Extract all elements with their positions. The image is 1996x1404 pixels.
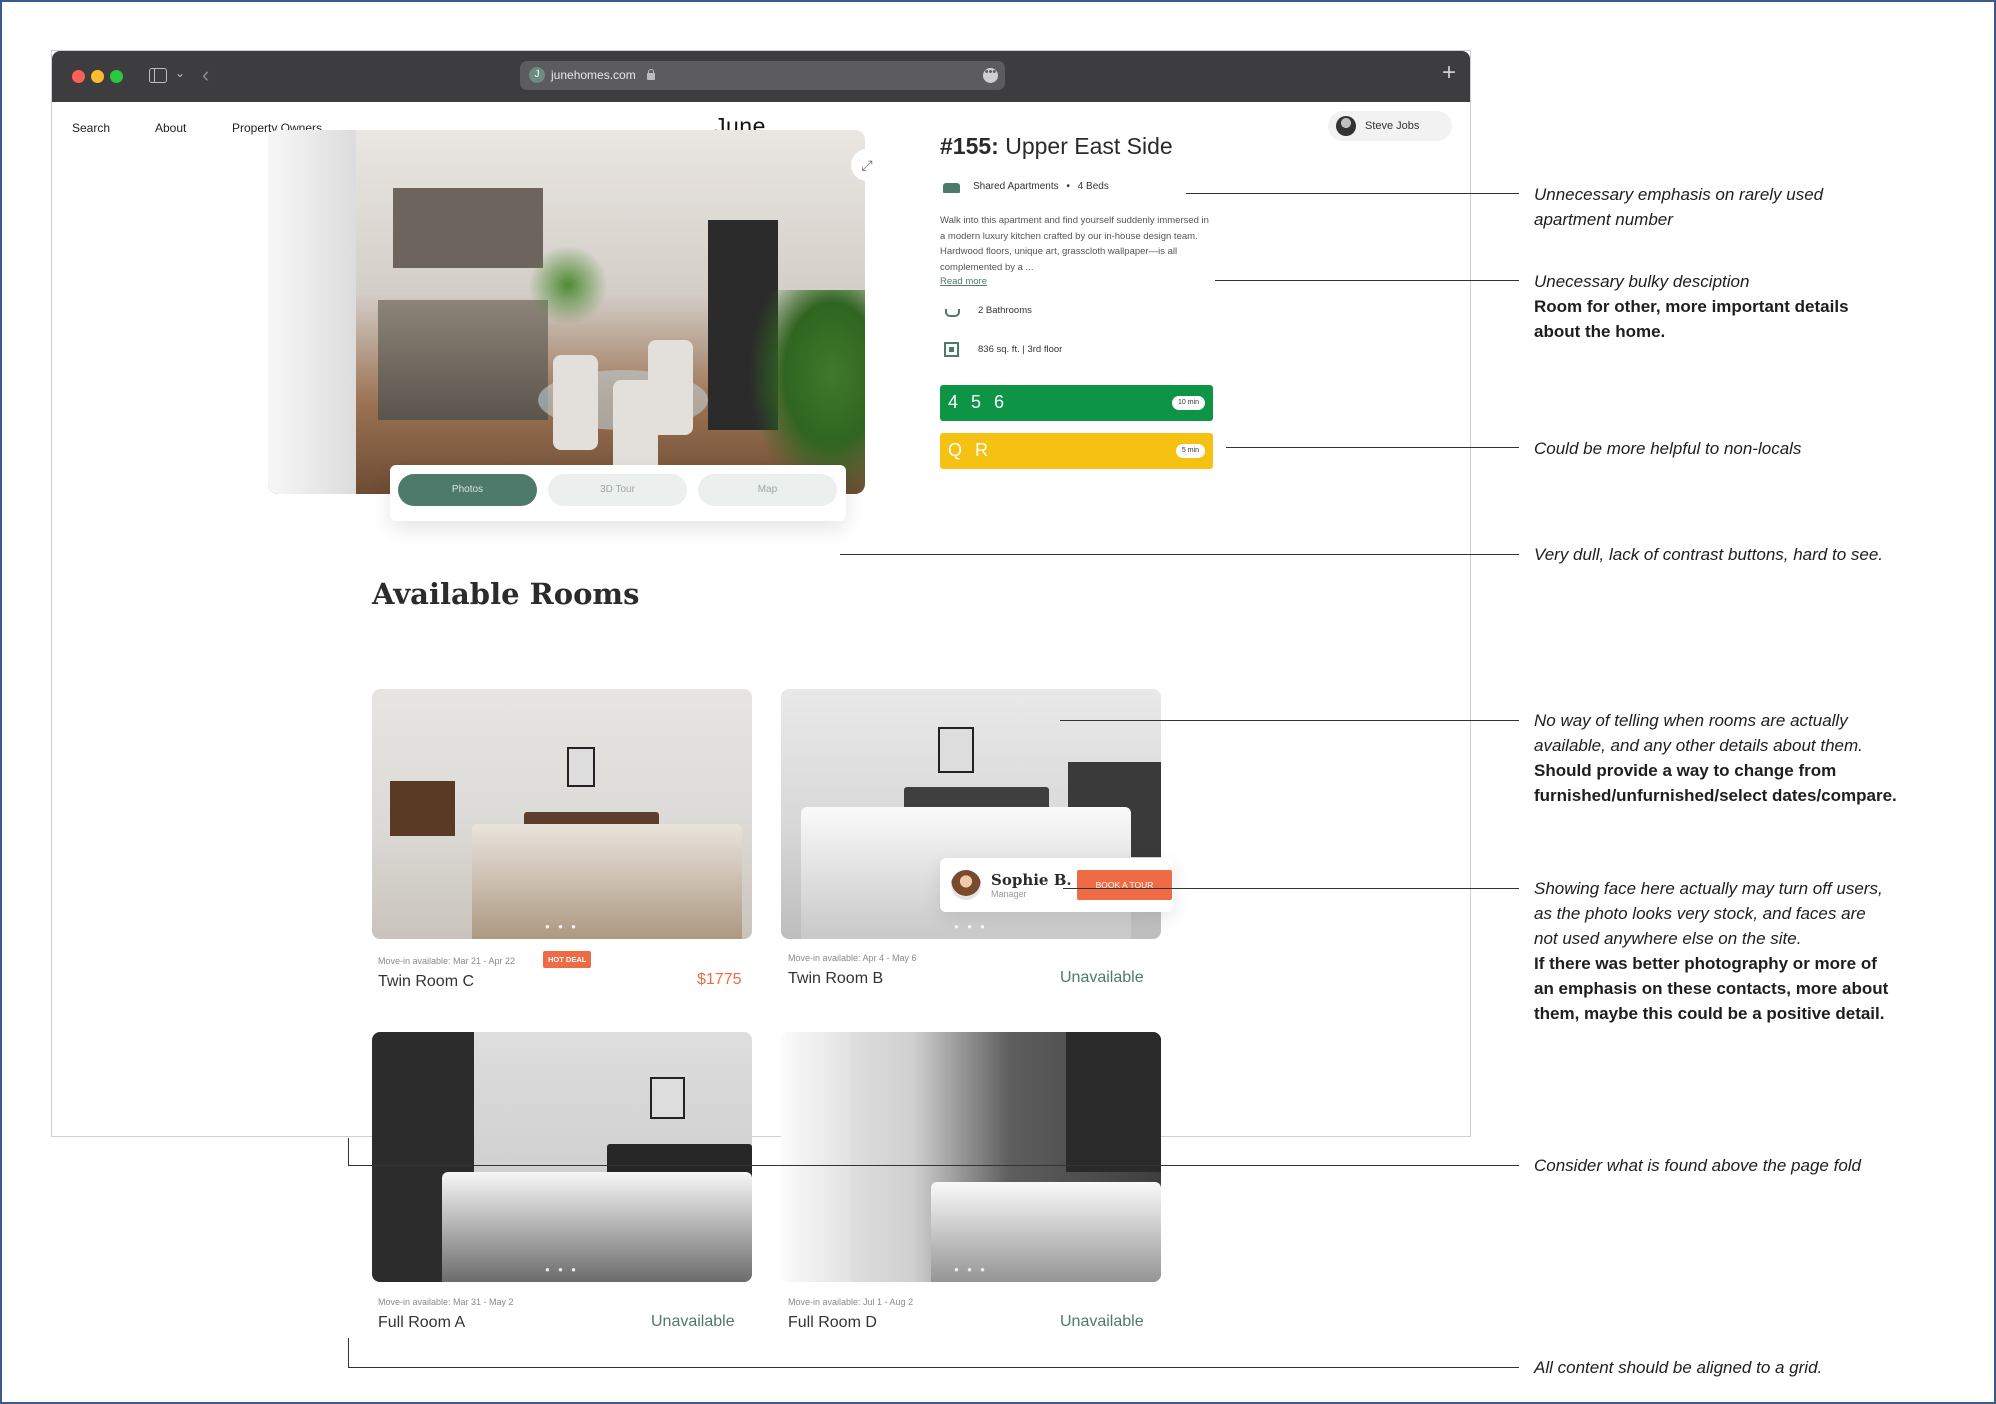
chevron-down-icon[interactable]: ⌄ [175, 66, 185, 80]
subway-lines: 4 5 6 [948, 392, 1009, 412]
transit-bar-456[interactable]: 4 5 6 10 min [940, 385, 1213, 421]
new-tab-button[interactable]: + [1442, 59, 1456, 87]
area-and-floor: 836 sq. ft. | 3rd floor [978, 344, 1063, 355]
listing-title: #155: Upper East Side [940, 133, 1173, 160]
annotation-manager-face: Showing face here actually may turn off … [1534, 879, 1889, 1023]
annotation-leader-line [348, 1165, 1519, 1166]
room-name[interactable]: Twin Room C [378, 973, 474, 991]
walk-time-badge: 10 min [1171, 396, 1205, 410]
annotation-leader-line [1186, 193, 1519, 194]
room-name[interactable]: Full Room A [378, 1314, 465, 1332]
room-name[interactable]: Twin Room B [788, 970, 883, 988]
bathroom-count: 2 Bathrooms [978, 305, 1032, 316]
close-window-button[interactable] [72, 70, 85, 83]
read-more-link[interactable]: Read more [940, 276, 987, 287]
annotation-leader-line [1215, 280, 1519, 281]
transit-bar-qr[interactable]: Q R 5 min [940, 433, 1213, 469]
annotation-tab-buttons: Very dull, lack of contrast buttons, har… [1534, 545, 1883, 564]
hero-photo[interactable] [268, 130, 865, 494]
sidebar-toggle-icon[interactable] [149, 68, 167, 83]
apartment-type: Shared Apartments [973, 181, 1059, 192]
move-in-dates: Move-in available: Mar 31 - May 2 [378, 1297, 514, 1307]
address-bar[interactable]: J junehomes.com ••• [520, 61, 1005, 90]
subway-lines: Q R [948, 440, 993, 460]
room-photo-full-a[interactable]: ● ● ● [372, 1032, 752, 1282]
apartment-number: #155: [940, 133, 999, 159]
minimize-window-button[interactable] [91, 70, 104, 83]
floor-plan-icon [944, 342, 959, 357]
room-price: $1775 [697, 971, 742, 988]
url-text[interactable]: junehomes.com [551, 68, 636, 82]
book-a-tour-button[interactable]: BOOK A TOUR [1077, 870, 1172, 900]
user-menu[interactable]: Steve Jobs [1328, 111, 1452, 141]
annotation-leader-line [348, 1367, 1519, 1368]
room-status: Unavailable [651, 1313, 735, 1330]
room-photo-full-d[interactable]: ● ● ● [781, 1032, 1161, 1282]
room-name[interactable]: Full Room D [788, 1314, 877, 1332]
room-status: Unavailable [1060, 969, 1144, 986]
move-in-dates: Move-in available: Apr 4 - May 6 [788, 953, 917, 963]
browser-titlebar: ⌄ ‹ J junehomes.com ••• + [52, 51, 1470, 102]
room-status: Unavailable [1060, 1313, 1144, 1330]
carousel-dots[interactable]: ● ● ● [781, 922, 1161, 931]
lock-icon [646, 69, 655, 80]
annotation-page-fold: Consider what is found above the page fo… [1534, 1156, 1862, 1175]
tab-map[interactable]: Map [698, 474, 837, 506]
walk-time-badge: 5 min [1175, 444, 1205, 458]
listing-meta: Shared Apartments • 4 Beds [973, 181, 1109, 192]
annotation-apartment-number: Unnecessary emphasis on rarely used apar… [1534, 185, 1824, 229]
meta-separator: • [1066, 181, 1070, 192]
manager-role: Manager [991, 889, 1027, 899]
annotation-leader-line [348, 1138, 349, 1166]
annotation-leader-line [348, 1338, 349, 1368]
bathtub-icon [945, 309, 960, 317]
listing-description: Walk into this apartment and find yourse… [940, 215, 1209, 273]
move-in-dates: Move-in available: Mar 21 - Apr 22 [378, 956, 516, 966]
annotation-description: Unecessary bulky desciption Room for oth… [1534, 272, 1849, 341]
annotation-grid: All content should be aligned to a grid. [1534, 1358, 1823, 1377]
annotation-leader-line [1063, 888, 1519, 889]
tab-3d-tour[interactable]: 3D Tour [548, 474, 687, 506]
bed-count: 4 Beds [1077, 181, 1109, 192]
nav-search[interactable]: Search [72, 121, 110, 135]
sofa-icon [943, 183, 960, 193]
annotation-room-availability: No way of telling when rooms are actuall… [1534, 711, 1897, 805]
nav-about[interactable]: About [155, 121, 186, 135]
manager-name: Sophie B. [991, 871, 1072, 889]
avatar [951, 870, 981, 900]
tab-photos[interactable]: Photos [398, 474, 537, 506]
favicon-icon: J [529, 67, 545, 83]
annotation-transit: Could be more helpful to non-locals [1534, 439, 1802, 458]
annotation-leader-line [1226, 447, 1519, 448]
user-name: Steve Jobs [1365, 120, 1420, 132]
apartment-name: Upper East Side [1005, 133, 1173, 159]
available-rooms-title: Available Rooms [372, 577, 640, 611]
room-photo-twin-c[interactable]: ● ● ● [372, 689, 752, 939]
back-arrow-icon[interactable]: ‹ [202, 62, 209, 88]
move-in-dates: Move-in available: Jul 1 - Aug 2 [788, 1297, 914, 1307]
expand-icon[interactable]: ⤢ [851, 149, 883, 181]
carousel-dots[interactable]: ● ● ● [372, 1265, 752, 1274]
zoom-window-button[interactable] [110, 70, 123, 83]
manager-card: Sophie B. Manager BOOK A TOUR [940, 858, 1173, 912]
annotation-leader-line [1060, 720, 1519, 721]
avatar [1336, 116, 1356, 136]
media-tab-bar: Photos 3D Tour Map [390, 465, 846, 521]
carousel-dots[interactable]: ● ● ● [372, 922, 752, 931]
annotation-leader-line [840, 554, 1519, 555]
hot-deal-badge: HOT DEAL [543, 951, 592, 968]
more-options-icon[interactable]: ••• [983, 67, 998, 83]
carousel-dots[interactable]: ● ● ● [781, 1265, 1161, 1274]
